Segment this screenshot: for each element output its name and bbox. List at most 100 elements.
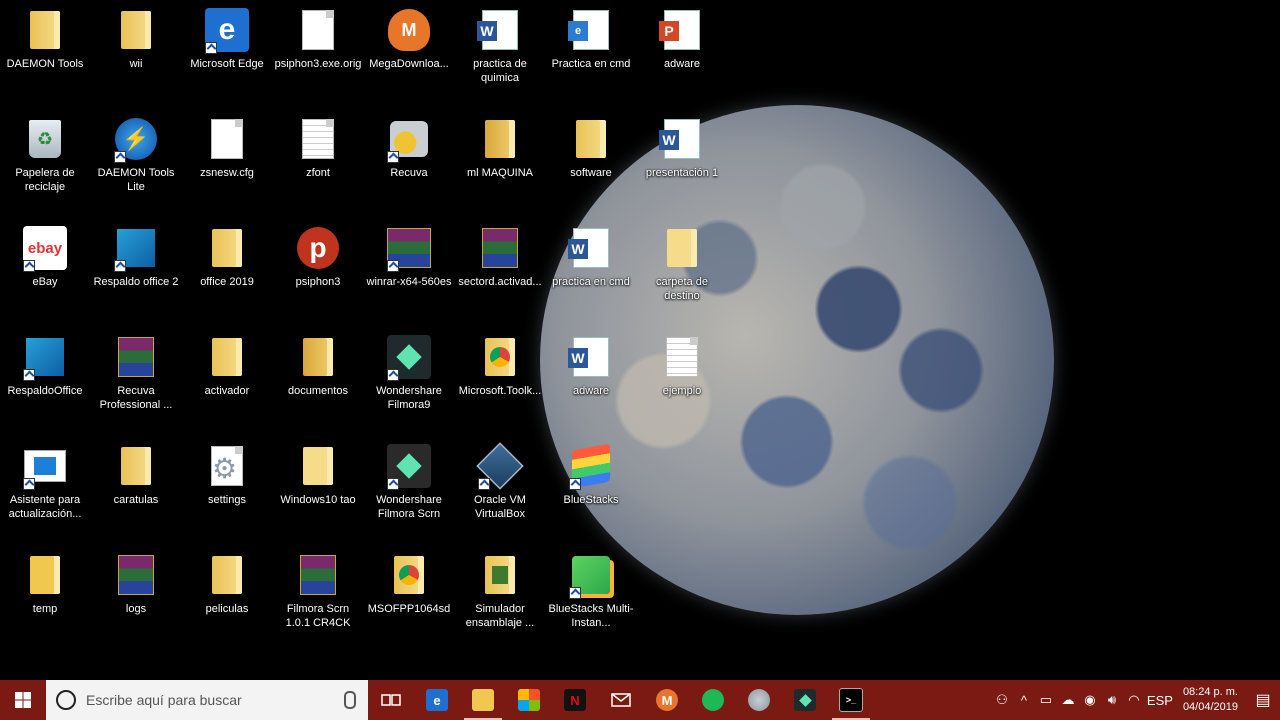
desktop-icon-caratulas[interactable]: caratulas <box>91 436 181 536</box>
desktop-icon-documentos[interactable]: documentos <box>273 327 363 427</box>
windows-update-icon <box>21 442 69 490</box>
icon-label: Microsoft Edge <box>190 58 264 70</box>
desktop-icon-daemon-tools[interactable]: DAEMON Tools <box>0 0 90 100</box>
desktop-icon-recuva[interactable]: Recuva <box>364 109 454 209</box>
taskbar-filmora[interactable] <box>782 680 828 720</box>
icon-label: Recuva Professional ... <box>99 385 173 411</box>
windows-logo-icon <box>15 692 31 708</box>
desktop-icon-office-2019[interactable]: office 2019 <box>182 218 272 318</box>
desktop-icon-ml-maquina[interactable]: ml MAQUINA <box>455 109 545 209</box>
icon-label: BlueStacks Multi-Instan... <box>548 603 634 629</box>
desktop-icon-microsoft-toolkit[interactable]: Microsoft.Toolk... <box>455 327 545 427</box>
desktop-icon-adware-doc[interactable]: W adware <box>546 327 636 427</box>
taskbar-edge[interactable]: e <box>414 680 460 720</box>
desktop-icon-respaldo-office-2[interactable]: Respaldo office 2 <box>91 218 181 318</box>
file-icon <box>294 6 342 54</box>
desktop-icon-recuva-professional[interactable]: Recuva Professional ... <box>91 327 181 427</box>
folder-icon <box>203 551 251 599</box>
icon-label: documentos <box>288 385 348 397</box>
microphone-icon[interactable] <box>344 691 356 709</box>
desktop-icon-practica-en-cmd[interactable]: W practica en cmd <box>546 218 636 318</box>
desktop-icon-recycle-bin[interactable]: ♻ Papelera de reciclaje <box>0 109 90 209</box>
icon-label: practica en cmd <box>552 276 630 288</box>
desktop-icon-software[interactable]: software <box>546 109 636 209</box>
desktop-icon-windows10-tao[interactable]: Windows10 tao <box>273 436 363 536</box>
icon-label: zsnesw.cfg <box>200 167 254 179</box>
taskbar-netflix[interactable]: N <box>552 680 598 720</box>
desktop-icon-zfont[interactable]: zfont <box>273 109 363 209</box>
winrar-archive-icon <box>294 551 342 599</box>
desktop-icon-megadownloader[interactable]: M MegaDownloa... <box>364 0 454 100</box>
desktop-icon-activador[interactable]: activador <box>182 327 272 427</box>
start-button[interactable] <box>0 680 46 720</box>
icon-label: wii <box>129 58 143 70</box>
desktop-icon-bluestacks[interactable]: BlueStacks <box>546 436 636 536</box>
desktop-icon-ebay[interactable]: ebay eBay <box>0 218 90 318</box>
desktop-icon-psiphon3[interactable]: p psiphon3 <box>273 218 363 318</box>
update-shield-icon[interactable]: ◉ <box>1079 680 1101 720</box>
taskbar-recuva[interactable] <box>736 680 782 720</box>
battery-icon[interactable]: ▭ <box>1035 680 1057 720</box>
taskbar-store[interactable] <box>506 680 552 720</box>
mega-cloud-icon: M <box>656 689 678 711</box>
word-document-icon: W <box>658 115 706 163</box>
taskbar-mega[interactable]: M <box>644 680 690 720</box>
desktop-icon-sectord[interactable]: sectord.activad... <box>455 218 545 318</box>
onedrive-icon[interactable]: ☁ <box>1057 680 1079 720</box>
desktop-icon-practica-quimica[interactable]: W practica de quimica <box>455 0 545 100</box>
text-file-icon <box>658 333 706 381</box>
taskbar-mail[interactable] <box>598 680 644 720</box>
icon-label: temp <box>32 603 58 615</box>
desktop-icon-wii[interactable]: wii <box>91 0 181 100</box>
wifi-icon[interactable]: ◠ <box>1123 680 1145 720</box>
desktop-icon-daemon-tools-lite[interactable]: ⚡ DAEMON Tools Lite <box>91 109 181 209</box>
people-icon[interactable]: ⚇ <box>991 680 1013 720</box>
clock-time: 08:24 p. m. <box>1182 686 1238 698</box>
search-box[interactable]: Escribe aquí para buscar <box>46 680 368 720</box>
bluestacks-icon <box>567 442 615 490</box>
desktop-icon-simulador-ensamblaje[interactable]: Simulador ensamblaje ... <box>455 545 545 645</box>
icon-label: BlueStacks <box>563 494 619 506</box>
desktop-icon-virtualbox[interactable]: Oracle VM VirtualBox <box>455 436 545 536</box>
desktop-icon-asistente-actualizacion[interactable]: Asistente para actualización... <box>0 436 90 536</box>
desktop-icon-peliculas[interactable]: peliculas <box>182 545 272 645</box>
desktop-icon-carpeta-destino[interactable]: carpeta de destino <box>637 218 727 318</box>
icon-label: MegaDownloa... <box>369 58 449 70</box>
desktop-icon-bluestacks-multi[interactable]: BlueStacks Multi-Instan... <box>546 545 636 645</box>
taskbar-file-explorer[interactable] <box>460 680 506 720</box>
desktop-icon-temp[interactable]: temp <box>0 545 90 645</box>
taskbar-spotify[interactable] <box>690 680 736 720</box>
desktop-icon-ejemplo[interactable]: ejemplo <box>637 327 727 427</box>
desktop-icon-microsoft-edge[interactable]: e Microsoft Edge <box>182 0 272 100</box>
desktop-icon-filmora9[interactable]: Wondershare Filmora9 <box>364 327 454 427</box>
desktop-icon-psiphon3-orig[interactable]: psiphon3.exe.orig <box>273 0 363 100</box>
language-indicator[interactable]: ESP <box>1145 680 1175 720</box>
volume-icon[interactable]: 🔊︎ <box>1101 680 1123 720</box>
desktop-icon-winrar[interactable]: winrar-x64-560es <box>364 218 454 318</box>
folder-icon <box>294 333 342 381</box>
task-view-button[interactable] <box>368 680 414 720</box>
taskbar-cmd[interactable]: >_ <box>828 680 874 720</box>
show-hidden-icons-chevron-icon[interactable]: ^ <box>1013 680 1035 720</box>
winrar-archive-icon <box>112 551 160 599</box>
desktop-icon-msofpp[interactable]: MSOFPP1064sd <box>364 545 454 645</box>
system-tray: ⚇ ^ ▭ ☁ ◉ 🔊︎ ◠ ESP 08:24 p. m. 04/04/201… <box>991 680 1280 720</box>
desktop-icon-settings[interactable]: ⚙ settings <box>182 436 272 536</box>
desktop-icon-presentacion-1[interactable]: W presentación 1 <box>637 109 727 209</box>
file-icon <box>203 115 251 163</box>
folder-icon <box>21 551 69 599</box>
icon-label: ejemplo <box>662 385 702 397</box>
desktop-icon-respaldooffice[interactable]: RespaldoOffice <box>0 327 90 427</box>
desktop-icon-logs[interactable]: logs <box>91 545 181 645</box>
desktop-icon-filmora-scrn[interactable]: Wondershare Filmora Scrn <box>364 436 454 536</box>
notifications-icon[interactable]: ▤ <box>1246 680 1280 720</box>
desktop-icon-filmora-crack[interactable]: Filmora Scrn 1.0.1 CR4CK <box>273 545 363 645</box>
search-placeholder: Escribe aquí para buscar <box>86 692 242 708</box>
clock[interactable]: 08:24 p. m. 04/04/2019 <box>1183 685 1238 715</box>
taskbar: Escribe aquí para buscar e N M >_ ⚇ ^ ▭ … <box>0 680 1280 720</box>
icon-label: Wondershare Filmora9 <box>376 385 442 411</box>
desktop-icon-practica-cmd-pdf[interactable]: e Practica en cmd <box>546 0 636 100</box>
text-file-icon <box>294 115 342 163</box>
desktop-icon-zsnesw-cfg[interactable]: zsnesw.cfg <box>182 109 272 209</box>
desktop-icon-adware-ppt[interactable]: P adware <box>637 0 727 100</box>
